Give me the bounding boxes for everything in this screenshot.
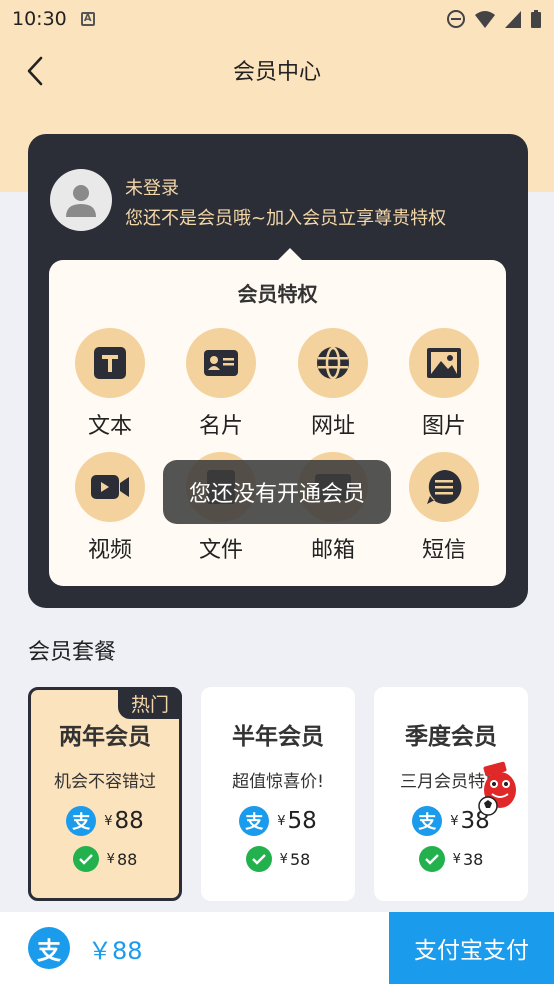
message-icon bbox=[427, 469, 462, 504]
back-arrow-icon bbox=[27, 56, 43, 86]
battery-icon bbox=[531, 10, 541, 28]
packages-title: 会员套餐 bbox=[28, 640, 117, 665]
alipay-pay-button[interactable]: 支付宝支付 bbox=[389, 912, 554, 984]
total-price: ￥88 bbox=[88, 936, 143, 965]
alipay-price-row: 支 ¥ 58 bbox=[239, 806, 317, 836]
privilege-label: 短信 bbox=[421, 538, 466, 563]
back-button[interactable] bbox=[18, 54, 52, 88]
privilege-business-card[interactable]: 名片 bbox=[171, 328, 271, 446]
privilege-label: 图片 bbox=[421, 414, 466, 439]
privilege-label: 文件 bbox=[198, 538, 243, 563]
wechat-price: 58 bbox=[289, 849, 311, 869]
login-status[interactable]: 未登录 bbox=[125, 174, 179, 200]
privilege-url[interactable]: 网址 bbox=[283, 328, 383, 446]
status-time: 10:30 bbox=[12, 8, 67, 30]
wechat-price-row: ¥ 88 bbox=[72, 846, 138, 872]
privilege-label: 文本 bbox=[87, 414, 132, 439]
alipay-icon: 支 bbox=[66, 806, 97, 836]
wechat-pay-icon bbox=[418, 846, 445, 872]
mascot-sticker-icon bbox=[478, 761, 516, 816]
privilege-text[interactable]: 文本 bbox=[60, 328, 160, 446]
currency-symbol: ¥ bbox=[450, 813, 459, 829]
alipay-price: 58 bbox=[287, 808, 317, 834]
signal-icon bbox=[505, 11, 521, 28]
alipay-price-row: 支 ¥ 88 bbox=[66, 806, 144, 836]
privilege-label: 视频 bbox=[87, 538, 132, 563]
privilege-label: 网址 bbox=[310, 414, 355, 439]
image-icon bbox=[427, 348, 461, 378]
globe-icon bbox=[317, 346, 349, 380]
page-title: 会员中心 bbox=[232, 60, 321, 85]
plan-name: 两年会员 bbox=[59, 724, 151, 750]
currency-symbol: ¥ bbox=[277, 813, 286, 829]
plan-two-year[interactable]: 热门 两年会员 机会不容错过 支 ¥ 88 ¥ 88 bbox=[28, 687, 182, 901]
currency-symbol: ¥ bbox=[452, 851, 461, 867]
plan-desc: 机会不容错过 bbox=[54, 772, 156, 792]
privilege-video[interactable]: 视频 bbox=[60, 452, 160, 570]
user-icon bbox=[66, 185, 96, 217]
member-card: 未登录 您还不是会员哦~加入会员立享尊贵特权 会员特权 文本 名片 网址 图片 … bbox=[28, 134, 528, 608]
wechat-price: 38 bbox=[462, 849, 484, 869]
wechat-pay-icon bbox=[72, 846, 99, 872]
alipay-icon: 支 bbox=[239, 806, 270, 836]
plan-name: 半年会员 bbox=[232, 724, 324, 750]
video-icon bbox=[91, 475, 129, 499]
toast-message: 您还没有开通会员 bbox=[163, 460, 391, 524]
privileges-panel: 会员特权 文本 名片 网址 图片 视频 文件 邮箱 短信 bbox=[49, 248, 506, 586]
plan-half-year[interactable]: 半年会员 超值惊喜价! 支 ¥ 58 ¥ 58 bbox=[201, 687, 355, 901]
alipay-icon: 支 bbox=[28, 927, 70, 969]
bottom-pay-bar: 支 ￥88 支付宝支付 bbox=[0, 912, 554, 984]
text-icon bbox=[94, 347, 126, 379]
privilege-image[interactable]: 图片 bbox=[394, 328, 494, 446]
alipay-icon: 支 bbox=[412, 806, 443, 836]
alipay-price: 88 bbox=[114, 808, 144, 834]
status-bar: 10:30 A bbox=[0, 0, 554, 38]
wechat-price-row: ¥ 58 bbox=[245, 846, 311, 872]
currency-symbol: ¥ bbox=[279, 851, 288, 867]
notification-a-icon: A bbox=[80, 12, 95, 26]
plan-desc: 超值惊喜价! bbox=[232, 772, 324, 792]
wechat-price: 88 bbox=[116, 849, 138, 869]
wifi-icon bbox=[475, 11, 495, 28]
wechat-price-row: ¥ 38 bbox=[418, 846, 484, 872]
wechat-pay-icon bbox=[245, 846, 272, 872]
member-message: 您还不是会员哦~加入会员立享尊贵特权 bbox=[125, 208, 447, 229]
privilege-label: 邮箱 bbox=[310, 538, 355, 563]
plan-name: 季度会员 bbox=[405, 724, 497, 750]
currency-symbol: ¥ bbox=[104, 813, 113, 829]
currency-symbol: ¥ bbox=[106, 851, 115, 867]
privilege-label: 名片 bbox=[198, 414, 243, 439]
title-bar: 会员中心 bbox=[0, 40, 554, 100]
avatar[interactable] bbox=[50, 169, 112, 231]
dnd-icon bbox=[447, 10, 465, 28]
hot-badge: 热门 bbox=[118, 687, 182, 719]
business-card-icon bbox=[204, 350, 238, 376]
privilege-sms[interactable]: 短信 bbox=[394, 452, 494, 570]
panel-pointer bbox=[277, 248, 303, 261]
privileges-title: 会员特权 bbox=[237, 282, 318, 306]
